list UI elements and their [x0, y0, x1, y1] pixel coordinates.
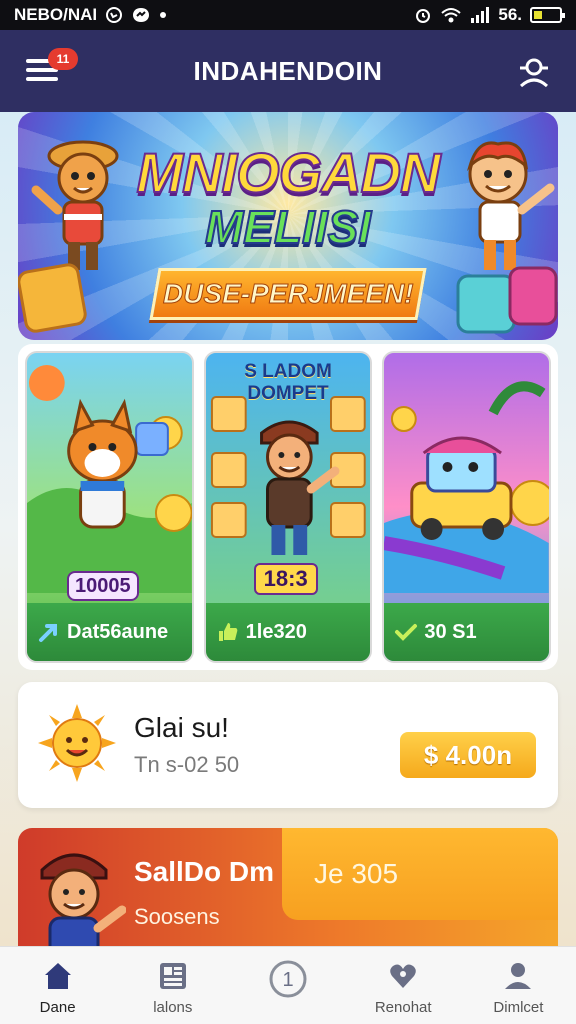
notification-badge: 11	[48, 48, 78, 70]
arrow-icon	[39, 624, 57, 642]
svg-text:1: 1	[282, 969, 293, 991]
nav-item-profile[interactable]: Dimlcet	[461, 947, 576, 1024]
promo-value: Je 305	[314, 858, 399, 889]
greeting-subtitle: Tn s-02 50	[134, 752, 240, 777]
nav-item-grid[interactable]: lalons	[115, 947, 230, 1024]
pirate-boy-character	[40, 853, 126, 946]
card-2-title-line1: S LADOM	[244, 361, 332, 382]
block-decoration	[18, 263, 87, 333]
battery-percent: 56.	[498, 5, 522, 24]
game-card-3[interactable]: 30 S1	[382, 351, 552, 663]
fox-character-art	[27, 365, 192, 593]
app-header: 11 INDAHENDOIN	[0, 30, 576, 112]
whatsapp-icon	[105, 6, 123, 24]
nav-item-home[interactable]: Dane	[0, 947, 115, 1024]
menu-button[interactable]: 11	[26, 48, 78, 90]
balance-button[interactable]: $ 4.00n	[400, 732, 536, 778]
card-2-value: 18:3	[253, 563, 318, 595]
menu-icon-line	[26, 77, 58, 81]
profile-button[interactable]	[516, 54, 552, 90]
greeting-title: Glai su!	[134, 712, 229, 743]
card-3-footer[interactable]: 30 S1	[384, 603, 550, 661]
coin-icon: 1	[268, 959, 308, 999]
carrier-label: NEBO/NAI	[14, 5, 98, 24]
car-character-art	[384, 381, 550, 593]
nav-item-favorites[interactable]: Renohat	[346, 947, 461, 1024]
nav-label-grid: lalons	[153, 999, 193, 1016]
card-2-title: S LADOM DOMPET	[206, 361, 371, 405]
heart-icon	[386, 959, 420, 993]
alarm-icon	[414, 6, 432, 24]
battery-icon	[530, 7, 565, 23]
nav-label-home: Dane	[39, 999, 76, 1016]
nav-label-profile: Dimlcet	[493, 999, 544, 1016]
hero-banner[interactable]: MNIOGADN MELIISI DUSE-PERJMEEN!	[18, 112, 558, 340]
card-1-badge: 10005	[67, 571, 139, 601]
nav-label-favorites: Renohat	[374, 999, 432, 1016]
grid-icon	[156, 959, 190, 993]
promo-subtitle: Soosens	[134, 904, 220, 929]
thumbs-up-icon	[218, 623, 238, 641]
promo-title: SallDo Dm	[134, 856, 275, 887]
main-content[interactable]: MNIOGADN MELIISI DUSE-PERJMEEN! 10005 Da…	[0, 112, 576, 946]
game-card-1[interactable]: 10005 Dat56aune	[25, 351, 194, 663]
home-icon	[41, 959, 75, 993]
hero-subtitle: MELIISI	[204, 200, 372, 254]
card-2-label: 1le320	[245, 620, 307, 643]
card-2-title-line2: DOMPET	[247, 383, 329, 404]
promo-card[interactable]: SallDo Dm Soosens Je 305	[18, 828, 558, 946]
card-1-label: Dat56aune	[67, 620, 169, 643]
card-2-footer[interactable]: 1le320	[205, 603, 371, 661]
profile-icon	[519, 58, 549, 88]
greeting-card[interactable]: Glai su! Tn s-02 50 $ 4.00n	[18, 682, 558, 808]
check-icon	[395, 624, 418, 641]
status-bar: NEBO/NAI 56.	[0, 0, 576, 30]
messenger-icon	[131, 6, 151, 24]
wifi-icon	[440, 6, 462, 24]
cube-decoration	[456, 266, 558, 334]
page-title: INDAHENDOIN	[193, 55, 383, 86]
user-icon	[501, 959, 535, 993]
dot-icon	[159, 11, 167, 19]
game-card-2[interactable]: S LADOM DOMPET 18:3 1le320	[203, 351, 373, 663]
game-cards: 10005 Dat56aune S LADOM DOMPET 18:3 1le3…	[18, 344, 558, 670]
hero-ribbon-label: DUSE-PERJMEEN!	[162, 278, 414, 310]
nav-item-coin[interactable]: 1	[230, 947, 345, 1024]
card-1-footer[interactable]: Dat56aune	[27, 603, 192, 661]
bottom-navigation: Dane lalons 1 Renohat Dimlcet	[0, 946, 576, 1024]
signal-icon	[470, 6, 490, 24]
card-3-label: 30 S1	[424, 620, 477, 643]
hero-title: MNIOGADN	[135, 140, 441, 205]
sun-icon	[38, 704, 116, 782]
hero-ribbon-button[interactable]: DUSE-PERJMEEN!	[149, 268, 427, 320]
